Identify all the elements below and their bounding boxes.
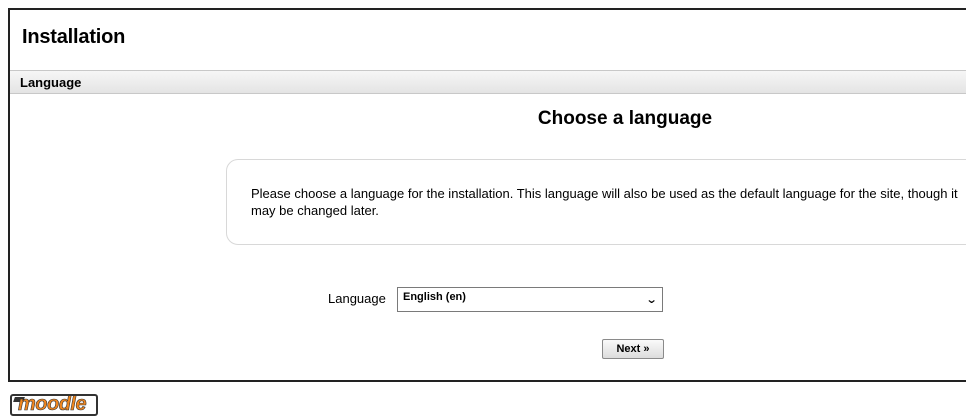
- language-select[interactable]: English (en) ⌄: [397, 287, 663, 312]
- section-bar-label: Language: [20, 75, 82, 90]
- page-title: Installation: [22, 26, 126, 48]
- moodle-logo[interactable]: moodle: [10, 394, 98, 416]
- info-text: Please choose a language for the install…: [251, 186, 958, 218]
- section-bar: Language: [10, 70, 966, 94]
- info-box: Please choose a language for the install…: [226, 159, 966, 245]
- choose-language-heading: Choose a language: [537, 108, 713, 129]
- logo-text: moodle: [18, 394, 87, 415]
- language-label: Language: [328, 291, 386, 306]
- chevron-down-icon: ⌄: [645, 294, 658, 306]
- frame-divider: [8, 380, 966, 382]
- next-button[interactable]: Next »: [602, 339, 664, 359]
- language-select-value: English (en): [403, 291, 466, 303]
